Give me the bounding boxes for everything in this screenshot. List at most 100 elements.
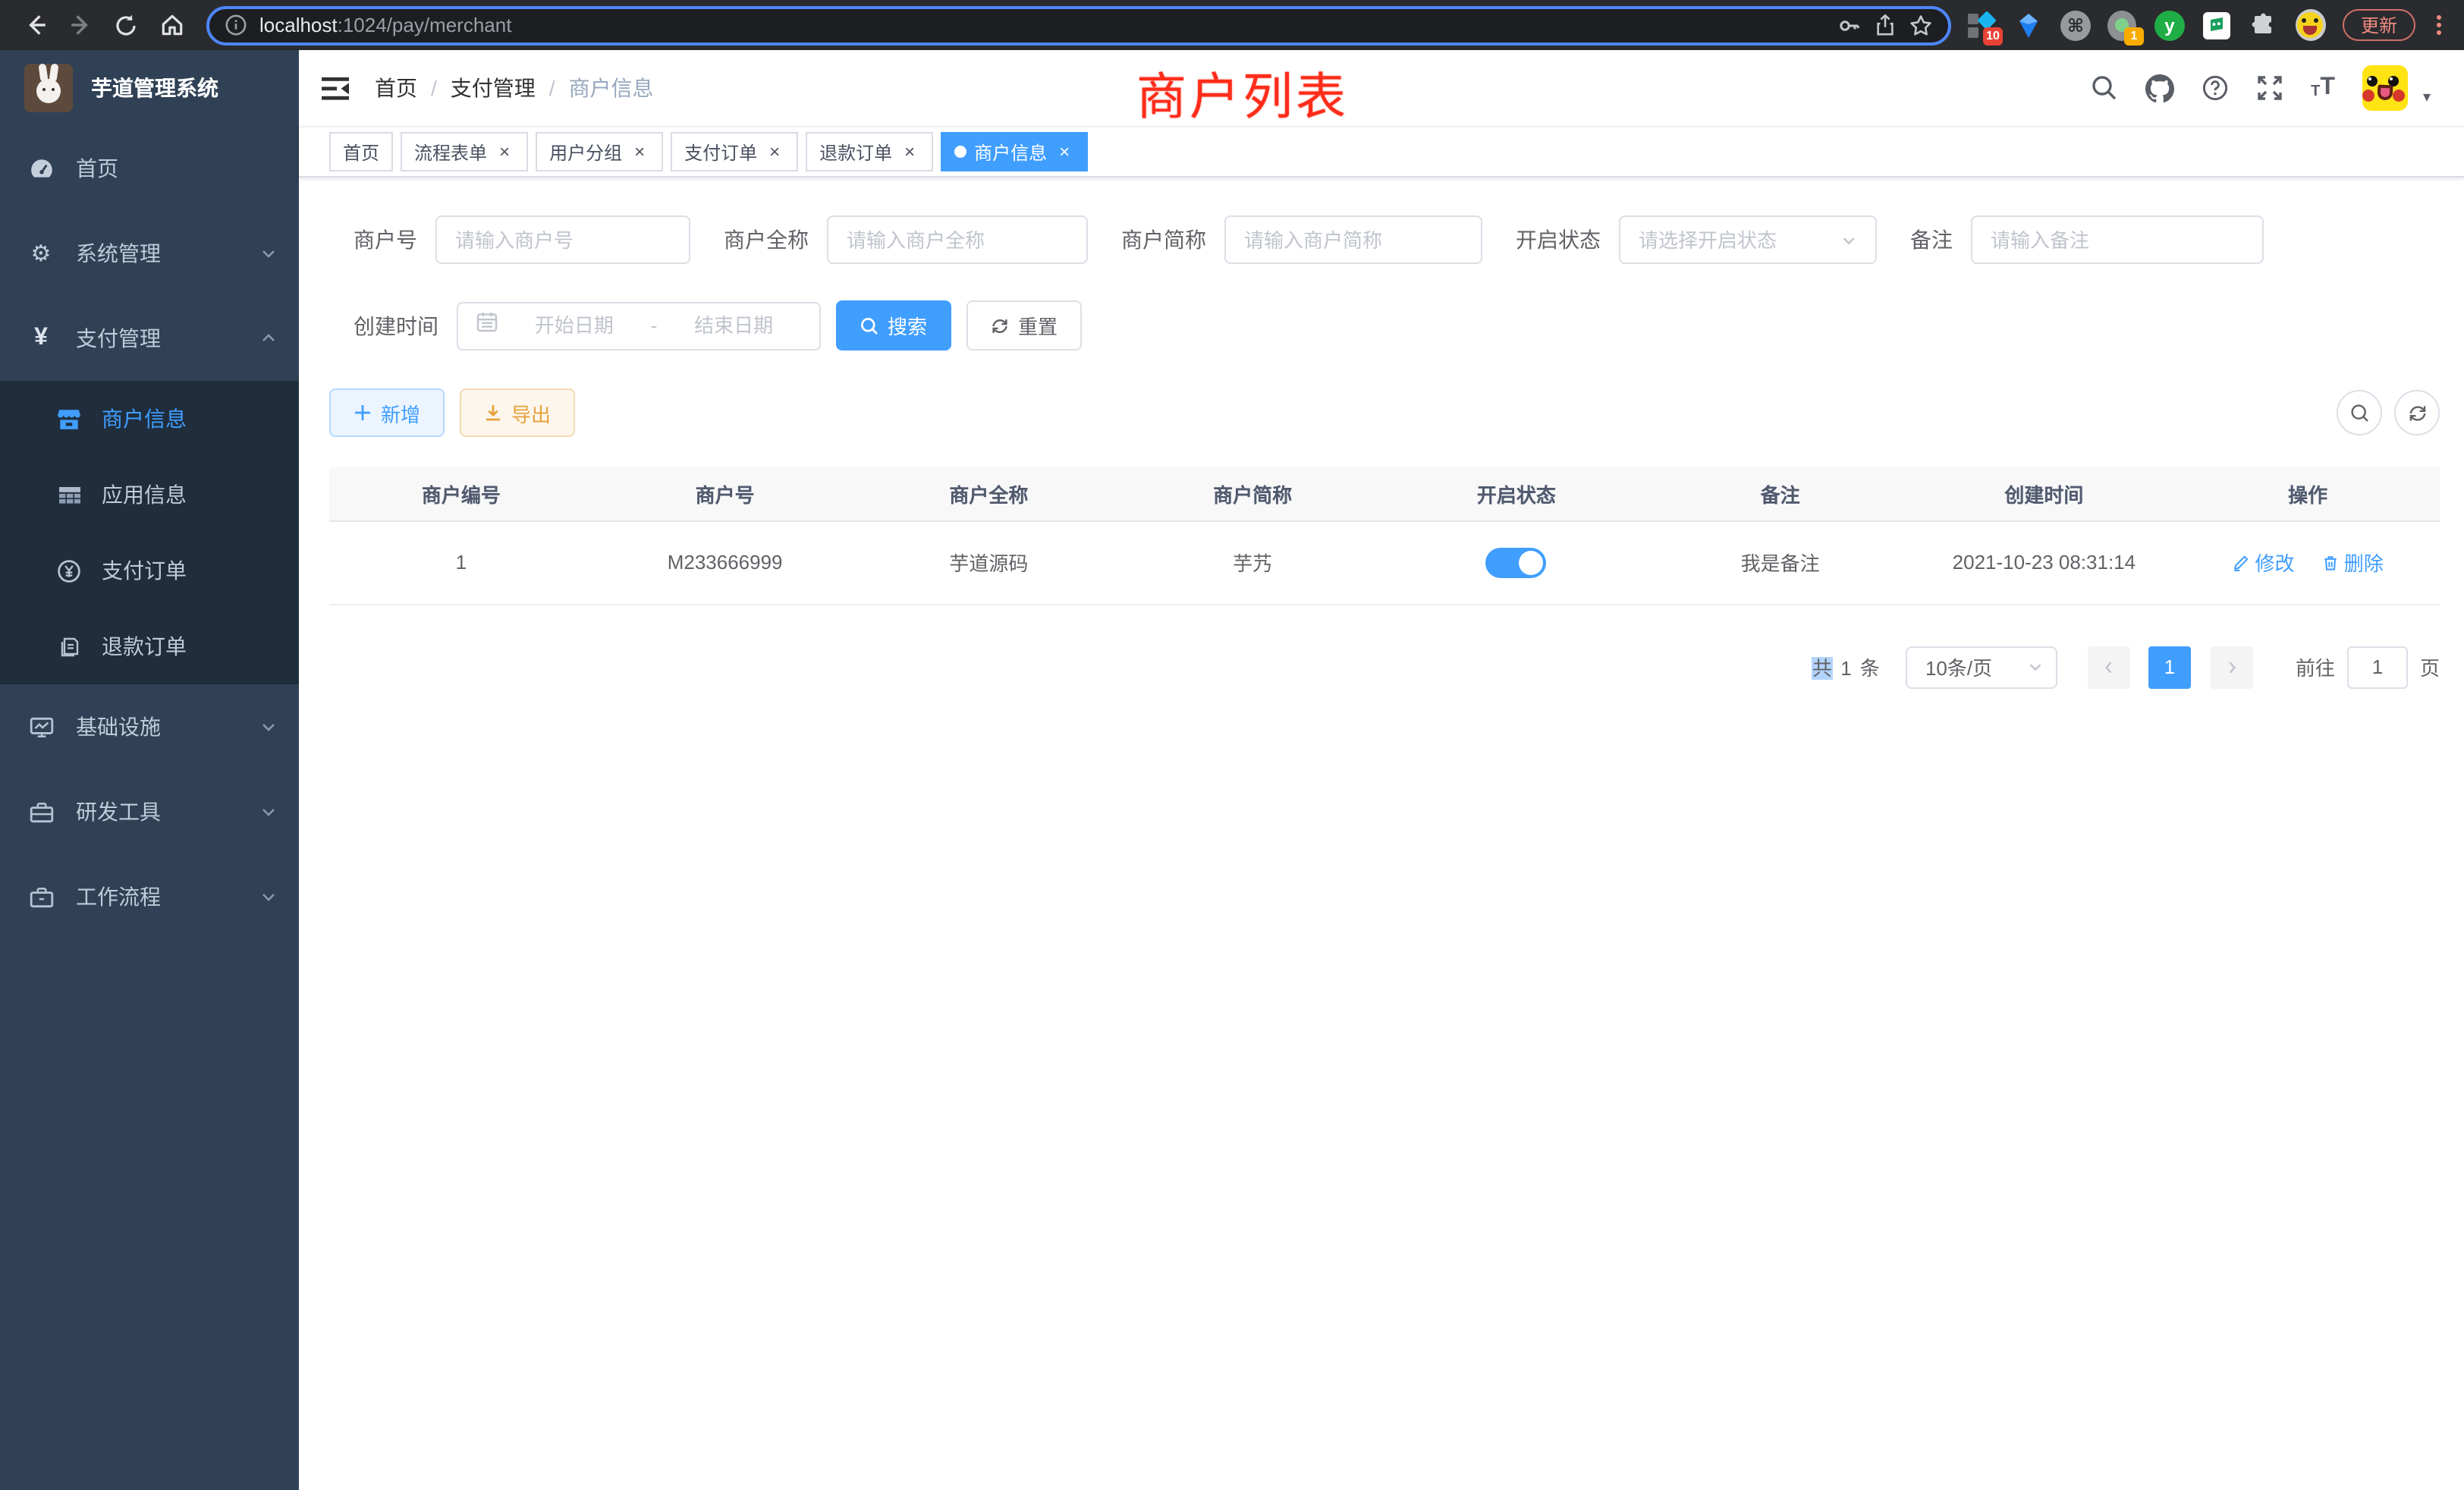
sidebar-item-merchant-info[interactable]: 商户信息 (0, 381, 299, 457)
gear-icon: ⚙ (27, 242, 55, 265)
extension-tasks-icon[interactable]: 10 (1966, 10, 1997, 40)
browser-home-button[interactable] (152, 5, 191, 45)
sidebar-item-devtools[interactable]: 研发工具 (0, 769, 299, 854)
sidebar-item-payment[interactable]: ¥ 支付管理 (0, 296, 299, 381)
menu-fold-icon[interactable] (322, 77, 349, 99)
sidebar-item-app-info[interactable]: 应用信息 (0, 457, 299, 533)
breadcrumb: 首页 / 支付管理 / 商户信息 (375, 73, 654, 103)
sidebar-item-label: 系统管理 (76, 238, 161, 269)
browser-profile-avatar[interactable] (2296, 10, 2326, 40)
url-text[interactable]: localhost:1024/pay/merchant (259, 14, 1825, 36)
site-info-icon[interactable] (225, 14, 247, 36)
sidebar-item-system[interactable]: ⚙ 系统管理 (0, 211, 299, 296)
url-bar[interactable]: localhost:1024/pay/merchant (206, 5, 1951, 45)
tab-process-form[interactable]: 流程表单 × (401, 132, 528, 171)
field-label: 商户简称 (1121, 225, 1224, 255)
tags-view-bar: 首页 流程表单 × 用户分组 × 支付订单 × 退款订单 × (299, 126, 2464, 178)
user-avatar[interactable] (2362, 65, 2408, 111)
full-name-input[interactable] (847, 228, 1068, 251)
help-icon[interactable] (2202, 74, 2229, 102)
filter-full-name: 商户全称 (724, 215, 1088, 264)
close-icon[interactable]: × (765, 142, 784, 162)
show-search-toggle-button[interactable] (2337, 390, 2382, 435)
page-size-select[interactable] (1906, 646, 2057, 688)
browser-reload-button[interactable] (106, 5, 146, 45)
tab-merchant-info[interactable]: 商户信息 × (941, 132, 1088, 171)
remark-input[interactable] (1991, 228, 2244, 251)
filter-remark: 备注 (1910, 215, 2264, 264)
delete-link[interactable]: 删除 (2321, 548, 2384, 577)
edit-link[interactable]: 修改 (2232, 548, 2294, 577)
sidebar-item-pay-order[interactable]: 支付订单 (0, 533, 299, 608)
cell-create-time: 2021-10-23 08:31:14 (1912, 520, 2176, 604)
extension-proxy-icon[interactable]: 1 (2107, 10, 2138, 40)
field-label: 开启状态 (1516, 225, 1619, 255)
filter-status: 开启状态 (1516, 215, 1877, 264)
cell-short-name: 芋艿 (1120, 520, 1384, 604)
pay-order-icon (56, 558, 82, 583)
end-date-input[interactable] (666, 314, 801, 337)
tab-refund-order[interactable]: 退款订单 × (806, 132, 933, 171)
status-select[interactable] (1619, 215, 1877, 264)
page-size-value[interactable] (1925, 655, 2027, 678)
merchant-no-input[interactable] (455, 228, 671, 251)
header-search-icon[interactable] (2091, 74, 2118, 102)
short-name-input[interactable] (1244, 228, 1463, 251)
close-icon[interactable]: × (900, 142, 919, 162)
store-icon (56, 406, 82, 432)
extension-command-icon[interactable]: ⌘ (2060, 10, 2091, 40)
search-button[interactable]: 搜索 (836, 300, 951, 350)
table-tools (2337, 390, 2440, 435)
status-toggle[interactable] (1486, 547, 1547, 577)
extension-gem-icon[interactable] (2013, 10, 2044, 40)
extension-yudao-icon[interactable]: y (2154, 10, 2185, 40)
export-button[interactable]: 导出 (460, 388, 575, 437)
extensions-puzzle-icon[interactable] (2249, 10, 2279, 40)
page-number-1[interactable]: 1 (2148, 646, 2191, 688)
download-icon (484, 404, 502, 422)
sidebar-item-refund-order[interactable]: 退款订单 (0, 608, 299, 684)
sidebar-item-workflow[interactable]: 工作流程 (0, 854, 299, 939)
sidebar-logo[interactable]: 芋道管理系统 (0, 50, 299, 126)
extension-badge: 1 (2124, 27, 2144, 45)
date-range-picker[interactable]: - (457, 301, 821, 350)
bookmark-star-icon[interactable] (1909, 13, 1933, 37)
avatar-caret-down-icon[interactable]: ▾ (2423, 89, 2431, 105)
cell-full-name: 芋道源码 (857, 520, 1121, 604)
breadcrumb-home[interactable]: 首页 (375, 73, 417, 103)
grid-icon (56, 483, 82, 507)
extension-notes-icon[interactable] (2202, 10, 2232, 40)
close-icon[interactable]: × (495, 142, 514, 162)
font-size-icon[interactable]: TT (2311, 76, 2335, 100)
refresh-table-button[interactable] (2394, 390, 2440, 435)
fullscreen-icon[interactable] (2256, 74, 2283, 102)
prev-page-button[interactable] (2088, 646, 2130, 688)
filter-short-name: 商户简称 (1121, 215, 1482, 264)
tab-user-group[interactable]: 用户分组 × (536, 132, 663, 171)
sidebar-item-label: 工作流程 (76, 882, 161, 912)
filter-row-1: 商户号 商户全称 商户简称 开启状态 (329, 215, 2440, 264)
next-page-button[interactable] (2211, 646, 2253, 688)
browser-menu-icon[interactable] (2432, 15, 2446, 35)
jump-page-input[interactable] (2355, 655, 2400, 678)
password-key-icon[interactable] (1837, 13, 1862, 37)
browser-update-button[interactable]: 更新 (2343, 9, 2415, 41)
close-icon[interactable]: × (630, 142, 649, 162)
close-icon[interactable]: × (1054, 142, 1074, 162)
share-icon[interactable] (1874, 14, 1897, 36)
breadcrumb-payment[interactable]: 支付管理 (451, 73, 536, 103)
browser-forward-button[interactable] (61, 5, 100, 45)
edit-icon (2232, 553, 2250, 571)
github-icon[interactable] (2145, 74, 2174, 102)
refresh-icon (2407, 403, 2427, 423)
reset-button[interactable]: 重置 (966, 300, 1082, 350)
sidebar-item-infra[interactable]: 基础设施 (0, 684, 299, 769)
browser-back-button[interactable] (15, 5, 55, 45)
start-date-input[interactable] (507, 314, 642, 337)
tab-pay-order[interactable]: 支付订单 × (671, 132, 798, 171)
status-select-input[interactable] (1639, 228, 1840, 251)
field-label: 商户号 (354, 225, 435, 255)
tab-home[interactable]: 首页 (329, 132, 393, 171)
add-button[interactable]: 新增 (329, 388, 445, 437)
sidebar-item-home[interactable]: 首页 (0, 126, 299, 211)
